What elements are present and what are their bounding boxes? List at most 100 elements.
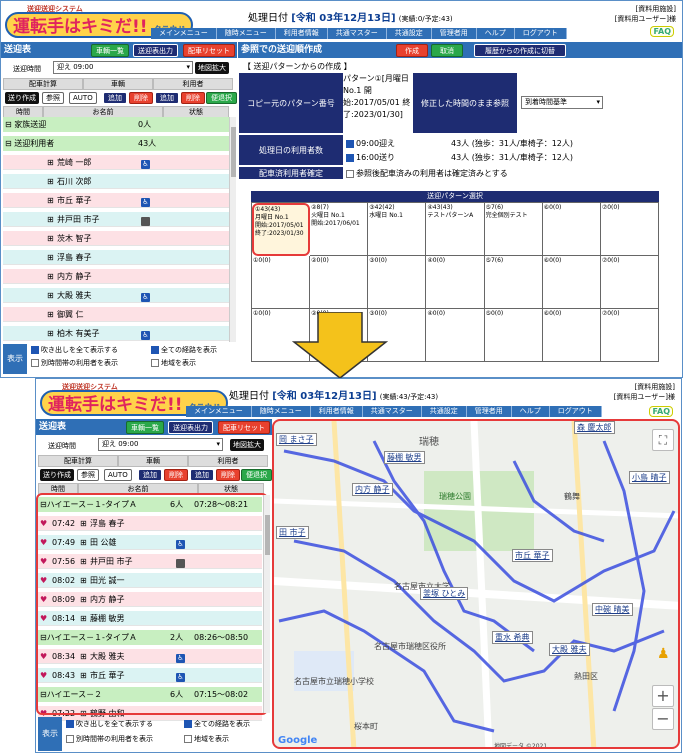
pattern-cell[interactable]: ⑦0(0) xyxy=(600,203,659,256)
map-tag-fujidana[interactable]: 藤棚 敏男 xyxy=(384,451,425,464)
confirm-option[interactable]: 参照後配車済みの利用者は確定済みとする xyxy=(346,168,508,179)
route-map[interactable]: 瑞穂 瑞穂公園 名古屋市立大学 名古屋市瑞穂区役所 桜本町 鶴舞 熱田区 名古屋… xyxy=(272,419,680,749)
opt-area-2[interactable]: 地域を表示 xyxy=(184,734,229,744)
expand-icon[interactable]: ⊞ xyxy=(47,326,54,341)
user-row[interactable]: ⊞ 茨木 智子 xyxy=(3,231,229,246)
ref-create-button[interactable]: 作成 xyxy=(396,44,428,57)
map-tag-oka[interactable]: 岡 まさ子 xyxy=(276,433,317,446)
convenience-button-2[interactable]: 便退択 xyxy=(241,469,272,481)
ref-cancel-button[interactable]: 取消 xyxy=(431,44,463,57)
pegman-icon[interactable]: ♟ xyxy=(657,646,670,662)
app-logo[interactable]: 送迎送迎システム 運転手はキミだ!! クラウド xyxy=(5,4,194,38)
expand-icon[interactable]: ⊞ xyxy=(47,193,54,208)
user-row[interactable]: ⊞ 柏木 有美子 ♿ xyxy=(3,326,229,341)
expand-icon[interactable]: ⊞ xyxy=(47,155,54,170)
ref-button-2[interactable]: 参照 xyxy=(77,469,99,481)
add-vehicle-button[interactable]: 追加 xyxy=(103,92,127,104)
top-scrollbar[interactable] xyxy=(229,117,236,342)
trip-time-select-2[interactable]: 迎え 09:00 xyxy=(98,438,223,451)
menu-help[interactable]: ヘルプ xyxy=(477,28,515,39)
faq-button[interactable]: FAQ xyxy=(650,26,674,37)
user-row[interactable]: ⊞ 大殿 雅夫 ♿ xyxy=(3,288,229,303)
expand-icon[interactable]: ⊞ xyxy=(47,269,54,284)
expand-icon[interactable]: ⊞ xyxy=(47,288,54,303)
delete-vehicle-button[interactable]: 削除 xyxy=(129,92,153,104)
ref-button[interactable]: 参照 xyxy=(42,92,64,104)
expand-icon[interactable]: ⊞ xyxy=(47,212,54,227)
menu-logout[interactable]: ログアウト xyxy=(550,406,602,417)
pattern-cell[interactable]: ⑤7(6) xyxy=(484,256,543,309)
menu-anytime[interactable]: 随時メニュー xyxy=(217,28,276,39)
vehicle-list-button[interactable]: 車輌一覧 xyxy=(91,44,129,57)
menu-admin[interactable]: 管理者用 xyxy=(467,406,512,417)
menu-main[interactable]: メインメニュー xyxy=(186,406,252,417)
vehicle-list-button-2[interactable]: 車輌一覧 xyxy=(126,421,164,434)
pattern-cell[interactable]: ⑤0(0) xyxy=(484,309,543,362)
opt-other[interactable]: 別時間帯の利用者を表示 xyxy=(31,358,118,368)
group-row[interactable]: ⊟ 家族送迎 0人 xyxy=(3,117,229,132)
user-row[interactable]: ⊞ 浮島 春子 xyxy=(3,250,229,265)
map-tag-nakawan[interactable]: 中碗 晴美 xyxy=(592,603,633,616)
trip1-option[interactable]: 09:00迎え xyxy=(346,138,395,149)
user-row[interactable]: ⊞ 市丘 華子 ♿ xyxy=(3,193,229,208)
expand-icon[interactable]: ⊞ xyxy=(47,174,54,189)
menu-help[interactable]: ヘルプ xyxy=(512,406,550,417)
menu-settings[interactable]: 共通設定 xyxy=(422,406,467,417)
history-switch-button[interactable]: 履歴からの作成に切替 xyxy=(474,44,566,57)
user-row[interactable]: ⊞ 井戸田 市子 xyxy=(3,212,229,227)
group-row[interactable]: ⊟ 送迎利用者 43人 xyxy=(3,136,229,151)
pattern-cell[interactable]: ②8(7) 火曜日 No.1 開始:2017/06/01 xyxy=(310,203,369,256)
faq-button-2[interactable]: FAQ xyxy=(649,406,673,417)
bottom-scrollbar[interactable] xyxy=(263,495,270,713)
delete-user-button-2[interactable]: 削除 xyxy=(216,469,240,481)
reset-button-2[interactable]: 配車リセット xyxy=(218,421,270,434)
map-tag-ichioka[interactable]: 市丘 華子 xyxy=(512,549,553,562)
expand-icon[interactable]: ⊞ xyxy=(47,307,54,322)
auto-button[interactable]: AUTO xyxy=(69,92,97,104)
user-row[interactable]: ⊞ 石川 次郎 xyxy=(3,174,229,189)
pattern-cell[interactable]: ⑥0(0) xyxy=(542,309,601,362)
zoom-out-button[interactable]: − xyxy=(652,708,674,730)
app-logo-2[interactable]: 送迎送迎システム 運転手はキミだ!! クラウド xyxy=(40,382,229,416)
expand-icon[interactable]: ⊞ xyxy=(47,250,54,265)
menu-master[interactable]: 共通マスター xyxy=(328,28,387,39)
opt-balloon[interactable]: 吹き出しを全て表示する xyxy=(31,345,118,355)
menu-settings[interactable]: 共通設定 xyxy=(387,28,432,39)
menu-anytime[interactable]: 随時メニュー xyxy=(252,406,311,417)
create-button[interactable]: 送り作成 xyxy=(5,92,39,104)
pattern-cell[interactable]: ⑥0(0) xyxy=(542,256,601,309)
opt-other-2[interactable]: 別時間帯の利用者を表示 xyxy=(66,734,153,744)
map-tag-shigemizu[interactable]: 重水 希典 xyxy=(492,631,533,644)
opt-area[interactable]: 地域を表示 xyxy=(151,358,196,368)
menu-users[interactable]: 利用者情報 xyxy=(276,28,328,39)
delete-user-button[interactable]: 削除 xyxy=(181,92,205,104)
print-button-2[interactable]: 送迎表出力 xyxy=(168,421,213,434)
menu-users[interactable]: 利用者情報 xyxy=(311,406,363,417)
user-row[interactable]: ⊞ 荒崎 一郎 ♿ xyxy=(3,155,229,170)
pattern-cell[interactable]: ⑦0(0) xyxy=(600,309,659,362)
add-user-button-2[interactable]: 追加 xyxy=(190,469,214,481)
pattern-cell[interactable]: ①0(0) xyxy=(252,256,311,309)
map-tag-odono[interactable]: 大殿 雅夫 xyxy=(549,643,590,656)
delete-vehicle-button-2[interactable]: 削除 xyxy=(164,469,188,481)
menu-logout[interactable]: ログアウト xyxy=(515,28,567,39)
pattern-cell[interactable]: ④0(0) xyxy=(426,309,485,362)
add-vehicle-button-2[interactable]: 追加 xyxy=(138,469,162,481)
pattern-cell[interactable]: ①43(43) 月曜日 No.1 開始:2017/05/01 終了:2023/0… xyxy=(252,203,311,256)
trip2-option[interactable]: 16:00送り xyxy=(346,152,395,163)
pattern-cell[interactable]: ②0(0) xyxy=(310,256,369,309)
map-zoom-button-2[interactable]: 地図拡大 xyxy=(230,439,264,451)
add-user-button[interactable]: 追加 xyxy=(155,92,179,104)
print-button[interactable]: 送迎表出力 xyxy=(133,44,178,57)
collapse-icon[interactable]: ⊟ xyxy=(5,139,12,148)
menu-admin[interactable]: 管理者用 xyxy=(432,28,477,39)
trip-time-select[interactable]: 迎え 09:00 xyxy=(53,61,193,74)
pattern-cell[interactable]: ④43(43) テストパターンA xyxy=(426,203,485,256)
map-tag-ta[interactable]: 田 市子 xyxy=(276,526,309,539)
pattern-cell[interactable]: ③42(42) 水曜日 No.1 xyxy=(368,203,427,256)
create-button-2[interactable]: 送り作成 xyxy=(40,469,74,481)
opt-route[interactable]: 全ての経路を表示 xyxy=(151,345,217,355)
pattern-cell[interactable]: ④0(0) xyxy=(426,256,485,309)
auto-button-2[interactable]: AUTO xyxy=(104,469,132,481)
user-row[interactable]: ⊞ 御翼 仁 xyxy=(3,307,229,322)
